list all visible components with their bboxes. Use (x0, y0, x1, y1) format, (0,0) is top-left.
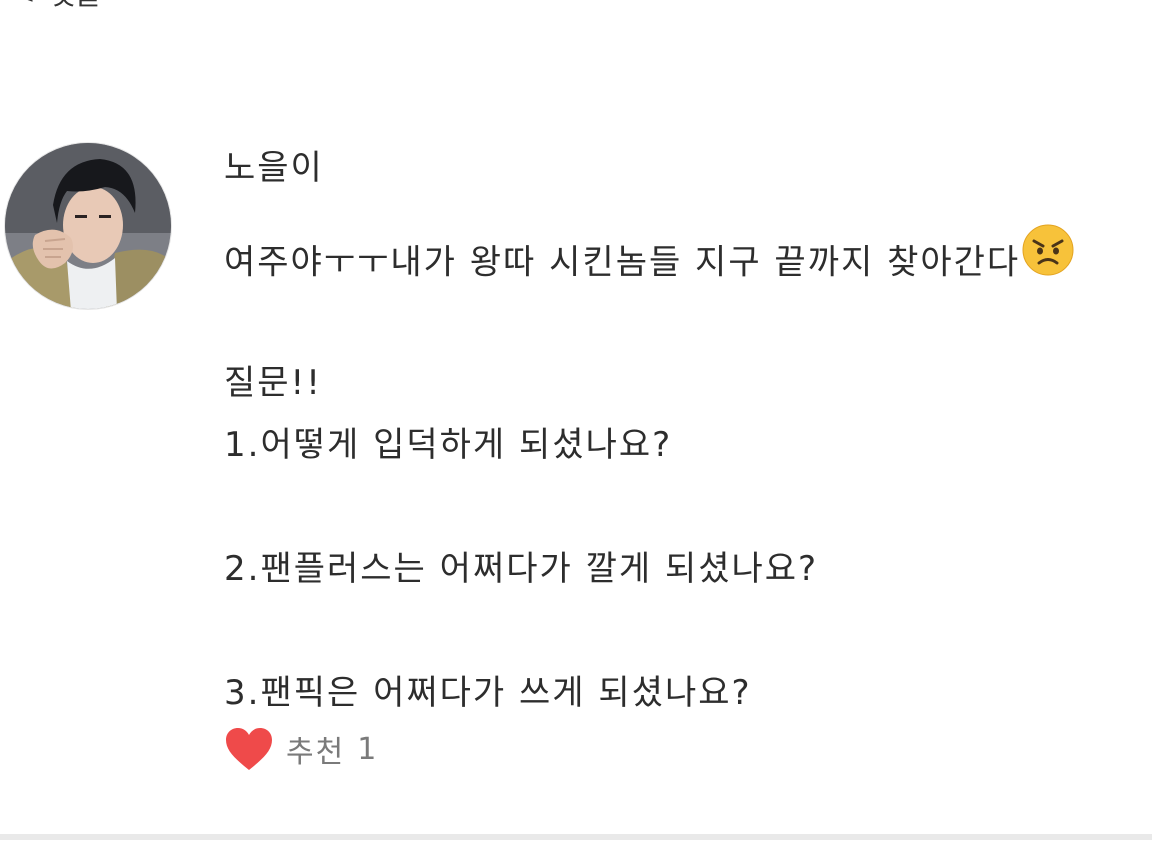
comment-page: < 댓글 (0, 0, 1152, 864)
header-title: 댓글 (49, 0, 101, 13)
comment-text: 여주야ㅜㅜ내가 왕따 시킨놈들 지구 끝까지 찾아간다 질문!! 1.어떻게 입… (224, 224, 1124, 724)
comment-body: 노을이 여주야ㅜㅜ내가 왕따 시킨놈들 지구 끝까지 찾아간다 질문!! 1.어… (224, 142, 1124, 724)
top-header: < 댓글 (12, 0, 101, 11)
comment-line: 질문!! (224, 363, 322, 403)
comment-line: 1.어떻게 입덕하게 되셨나요? (224, 425, 673, 465)
avatar-photo (5, 143, 171, 309)
angry-face-icon (1022, 224, 1074, 296)
back-arrow-icon[interactable]: < (12, 0, 35, 10)
comment-line: 3.팬픽은 어쩌다가 쓰게 되셨나요? (224, 673, 752, 713)
comment-line-text: 여주야ㅜㅜ내가 왕따 시킨놈들 지구 끝까지 찾아간다 (224, 242, 1021, 283)
comment-line: 여주야ㅜㅜ내가 왕따 시킨놈들 지구 끝까지 찾아간다 (224, 224, 1124, 290)
heart-icon[interactable] (224, 726, 274, 772)
comment-line (224, 290, 1124, 352)
divider (0, 834, 1152, 840)
comment-line (224, 600, 1124, 662)
comment-line (224, 476, 1124, 538)
like-label: 추천 (286, 735, 346, 770)
comment-line: 2.팬플러스는 어쩌다가 깔게 되셨나요? (224, 549, 819, 589)
comment-author[interactable]: 노을이 (224, 146, 1124, 190)
like-count: 1 (357, 731, 379, 767)
avatar[interactable] (4, 142, 172, 310)
like-button[interactable]: 추천 1 (224, 726, 378, 772)
